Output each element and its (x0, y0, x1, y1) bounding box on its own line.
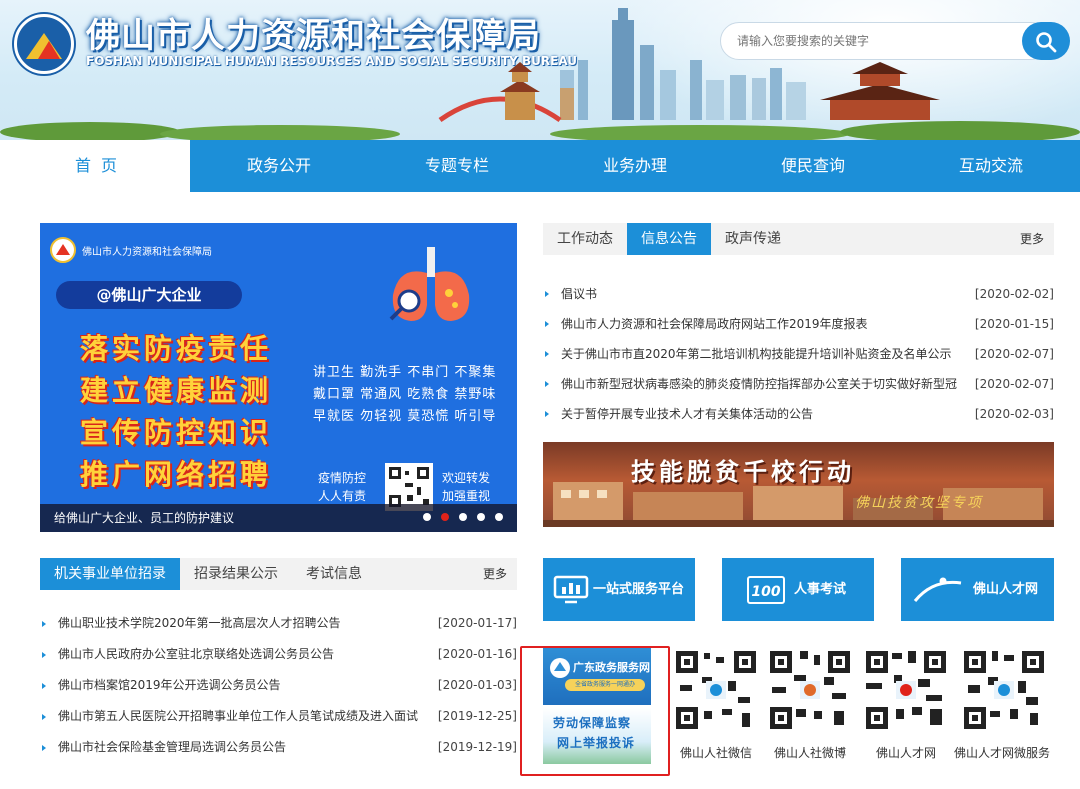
nav-public-query[interactable]: 便民查询 (724, 140, 902, 192)
promo-title: 技能脱贫千校行动 (631, 458, 855, 486)
talent-site-qr-code (862, 647, 950, 733)
tab-work-news[interactable]: 工作动态 (543, 223, 627, 255)
banner-side-1: 讲卫生 勤洗手 不串门 不聚集 (313, 365, 497, 380)
recruit-list: 佛山职业技术学院2020年第一批高层次人才招聘公告 [2020-01-17] 佛山… (40, 608, 517, 763)
list-item[interactable]: 关于佛山市市直2020年第二批培训机构技能提升培训补贴资金及名单公示 [2020-… (543, 339, 1054, 369)
highlight-box (520, 646, 670, 776)
lungs-illustration-icon (389, 247, 470, 321)
talent-site-qr-label[interactable]: 佛山人才网 (862, 744, 950, 761)
recruit-panel: 机关事业单位招录 招录结果公示 考试信息 更多 佛山职业技术学院2020年第一批… (40, 558, 517, 763)
promo-subtitle: 佛山技贫攻坚专项 (855, 495, 983, 511)
epidemic-banner[interactable]: 佛山市人力资源和社会保障局 @佛山广大企业 落实防疫责任 建立健康监测 宣传防控… (40, 223, 517, 532)
recruit-tabbar: 机关事业单位招录 招录结果公示 考试信息 更多 (40, 558, 517, 590)
wechat-qr-label[interactable]: 佛山人社微信 (672, 744, 760, 761)
bureau-logo[interactable] (14, 14, 74, 74)
banner-slogan-left: 疫情防控 人人有责 (318, 469, 366, 505)
banner-pill: @佛山广大企业 (56, 281, 242, 309)
nav-home[interactable]: 首页 (12, 140, 190, 192)
list-item[interactable]: 关于暂停开展专业技术人才有关集体活动的公告 [2020-02-03] (543, 399, 1054, 429)
list-item[interactable]: 佛山市新型冠状病毒感染的肺炎疫情防控指挥部办公室关于切实做好新型冠 [2020-0… (543, 369, 1054, 399)
foshan-talent-tile[interactable]: 佛山人才网 (901, 558, 1054, 621)
banner-slogan-left-1: 疫情防控 (318, 471, 367, 485)
nav-special-topics[interactable]: 专题专栏 (368, 140, 546, 192)
search-box (720, 22, 1070, 60)
banner-slogan-right-1: 欢迎转发 (442, 471, 491, 485)
personnel-exam-label: 人事考试 (794, 582, 847, 597)
list-item[interactable]: 佛山市第五人民医院公开招聘事业单位工作人员笔试成绩及进入面试 [2019-12-2… (40, 701, 517, 732)
svg-text:100: 100 (751, 584, 780, 600)
tab-government-voice[interactable]: 政声传递 (711, 223, 795, 255)
carousel-dots (423, 513, 503, 521)
tab-institution-recruitment[interactable]: 机关事业单位招录 (40, 558, 180, 590)
banner-logo (50, 237, 76, 263)
banner-line-3: 宣传防控知识 (80, 416, 273, 449)
search-button[interactable] (1022, 22, 1070, 60)
carousel-dot-3[interactable] (459, 513, 467, 521)
banner-line-4: 推广网络招聘 (80, 458, 273, 491)
personnel-exam-tile[interactable]: 100 人事考试 (722, 558, 874, 621)
list-item[interactable]: 倡议书 [2020-02-02] (543, 279, 1054, 309)
one-stop-service-tile[interactable]: 一站式服务平台 (543, 558, 695, 621)
site-header: 佛山市人力资源和社会保障局 FOSHAN MUNICIPAL HUMAN RES… (0, 0, 1080, 140)
list-item[interactable]: 佛山市人民政府办公室驻北京联络处选调公务员公告 [2020-01-16] (40, 639, 517, 670)
search-input[interactable] (720, 22, 1050, 60)
wechat-qr-code (672, 647, 760, 733)
tab-exam-info[interactable]: 考试信息 (292, 558, 376, 590)
list-item[interactable]: 佛山职业技术学院2020年第一批高层次人才招聘公告 [2020-01-17] (40, 608, 517, 639)
weibo-qr-code (766, 647, 854, 733)
nav-government-affairs[interactable]: 政务公开 (190, 140, 368, 192)
carousel-dot-1[interactable] (423, 513, 431, 521)
main-nav: 首页 政务公开 专题专栏 业务办理 便民查询 互动交流 (12, 140, 1080, 192)
chart-monitor-icon (553, 575, 589, 604)
nav-online-services[interactable]: 业务办理 (546, 140, 724, 192)
list-item[interactable]: 佛山市社会保险基金管理局选调公务员公告 [2019-12-19] (40, 732, 517, 763)
banner-side-2: 戴口罩 常通风 吃熟食 禁野味 (313, 387, 497, 402)
site-title: 佛山市人力资源和社会保障局 (86, 16, 541, 56)
talent-micro-service-qr-code (960, 647, 1048, 733)
list-item[interactable]: 佛山市人力资源和社会保障局政府网站工作2019年度报表 [2020-01-15] (543, 309, 1054, 339)
news-list: 倡议书 [2020-02-02] 佛山市人力资源和社会保障局政府网站工作2019年… (543, 279, 1054, 429)
banner-line-1: 落实防疫责任 (80, 332, 273, 365)
banner-org-name: 佛山市人力资源和社会保障局 (82, 247, 212, 258)
banner-slogan-right: 欢迎转发 加强重视 (442, 469, 490, 505)
skills-poverty-banner[interactable]: 技能脱贫千校行动 佛山技贫攻坚专项 (543, 442, 1054, 527)
search-icon (1036, 32, 1057, 53)
banner-slogan-left-2: 人人有责 (318, 489, 367, 503)
one-stop-service-label: 一站式服务平台 (593, 582, 685, 597)
tab-announcements[interactable]: 信息公告 (627, 223, 711, 255)
foshan-talent-label: 佛山人才网 (973, 582, 1039, 597)
talent-swoosh-icon (913, 577, 962, 602)
banner-slogan-right-2: 加强重视 (442, 489, 491, 503)
news-tabbar: 工作动态 信息公告 政声传递 更多 (543, 223, 1054, 255)
list-item[interactable]: 佛山市档案馆2019年公开选调公务员公告 [2020-01-03] (40, 670, 517, 701)
banner-side-3: 早就医 勿轻视 莫恐慌 听引导 (313, 409, 497, 424)
carousel-dot-2[interactable] (441, 513, 449, 521)
talent-micro-service-qr-label[interactable]: 佛山人才网微服务 (946, 744, 1058, 761)
weibo-qr-label[interactable]: 佛山人社微博 (766, 744, 854, 761)
news-more-link[interactable]: 更多 (1020, 223, 1044, 255)
tab-recruitment-results[interactable]: 招录结果公示 (180, 558, 292, 590)
exam-100-icon: 100 (747, 576, 785, 604)
recruit-more-link[interactable]: 更多 (483, 558, 507, 590)
news-panel: 工作动态 信息公告 政声传递 更多 倡议书 [2020-02-02] 佛山市人力资… (543, 223, 1054, 429)
banner-line-2: 建立健康监测 (80, 374, 273, 407)
carousel-dot-5[interactable] (495, 513, 503, 521)
carousel-dot-4[interactable] (477, 513, 485, 521)
site-title-english: FOSHAN MUNICIPAL HUMAN RESOURCES AND SOC… (86, 54, 578, 68)
nav-interaction[interactable]: 互动交流 (902, 140, 1080, 192)
